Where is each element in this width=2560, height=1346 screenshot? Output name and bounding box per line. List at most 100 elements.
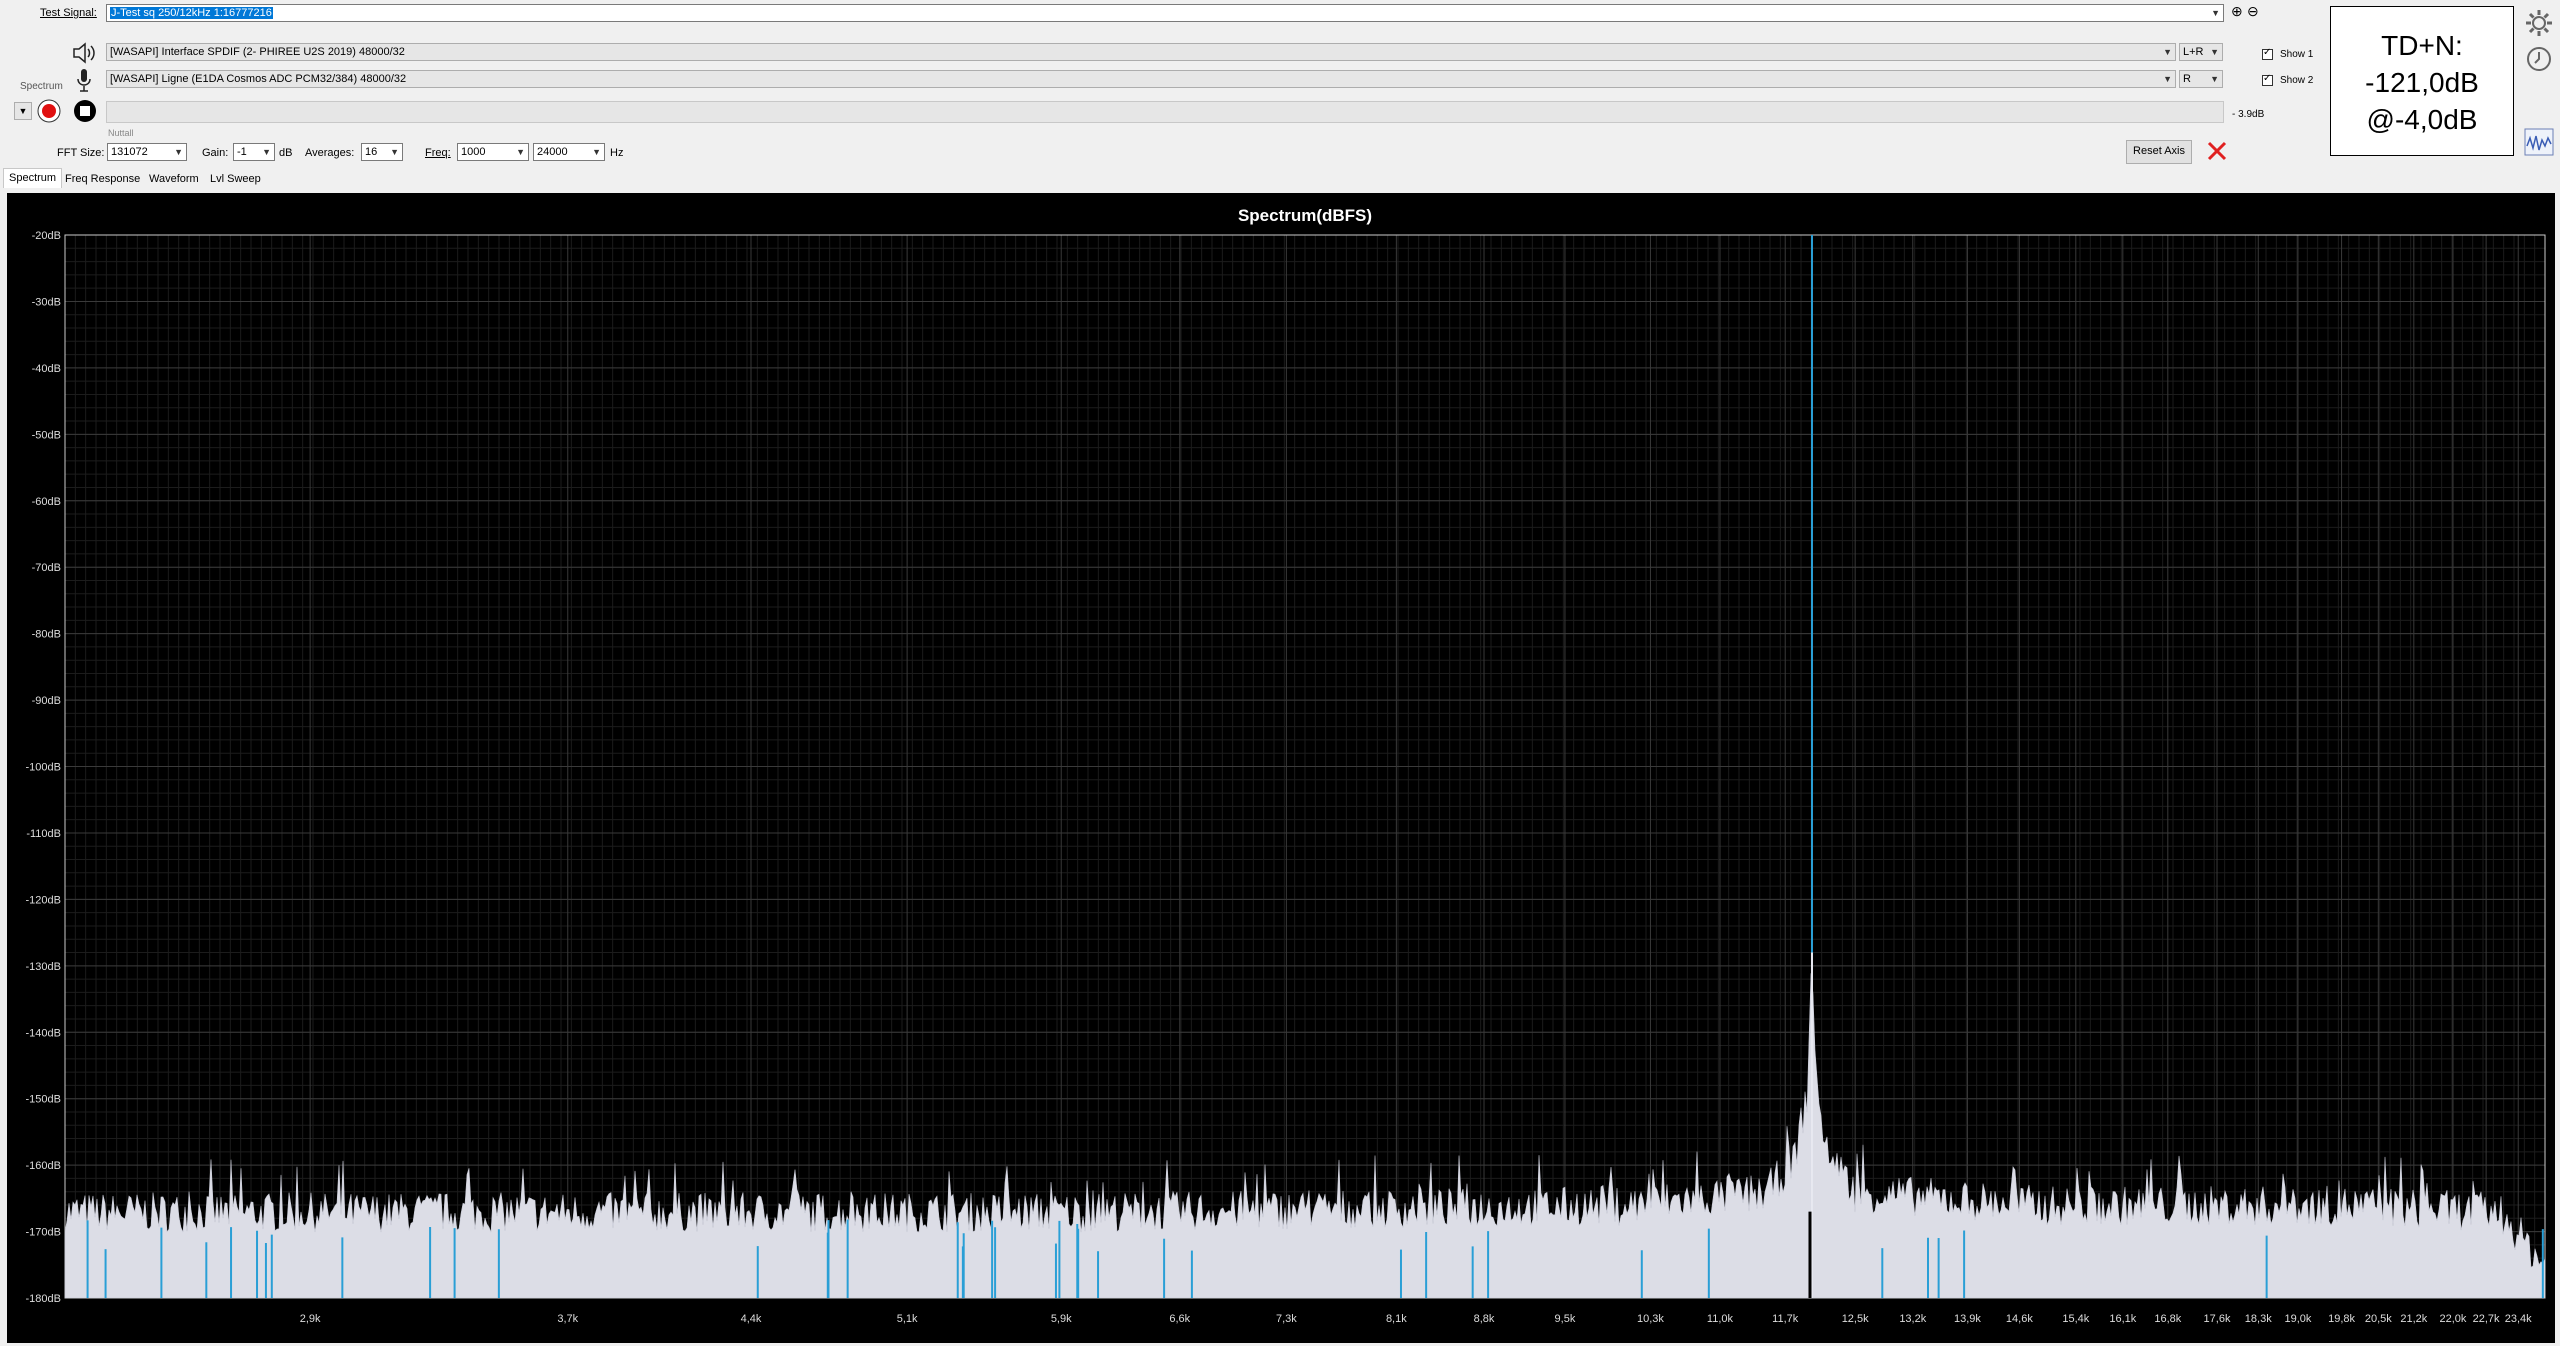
x-tick-label: 4,4k	[741, 1313, 762, 1325]
chevron-down-icon: ▼	[174, 147, 183, 157]
level-readout: - 3.9dB	[2232, 109, 2265, 120]
output-device-value: [WASAPI] Interface SPDIF (2- PHIREE U2S …	[110, 46, 405, 58]
show2-label: Show 2	[2280, 75, 2314, 86]
x-tick-label: 16,8k	[2154, 1313, 2181, 1325]
x-tick-label: 6,6k	[1169, 1313, 1190, 1325]
waveform-icon[interactable]	[2524, 128, 2554, 159]
x-tick-label: 19,8k	[2328, 1313, 2355, 1325]
tab-waveform[interactable]: Waveform	[144, 170, 204, 188]
x-tick-label: 10,3k	[1637, 1313, 1664, 1325]
averages-label: Averages:	[305, 147, 355, 159]
y-tick-label: -80dB	[32, 629, 61, 641]
freq-end-value: 24000	[537, 146, 568, 158]
y-tick-label: -100dB	[26, 762, 61, 774]
freq-start-value: 1000	[461, 146, 486, 158]
y-tick-label: -90dB	[32, 695, 61, 707]
freq-end-select[interactable]: 24000 ▼	[533, 143, 605, 161]
chevron-down-icon: ▼	[516, 147, 525, 157]
gain-value: -1	[237, 146, 247, 158]
x-tick-label: 3,7k	[557, 1313, 578, 1325]
gear-icon[interactable]	[2524, 8, 2554, 41]
input-channel-value: R	[2183, 73, 2191, 85]
chevron-down-icon: ▼	[2211, 8, 2220, 18]
y-tick-label: -30dB	[32, 296, 61, 308]
y-tick-label: -130dB	[26, 961, 61, 973]
x-tick-label: 19,0k	[2284, 1313, 2311, 1325]
fft-size-value: 131072	[111, 146, 148, 158]
x-tick-label: 11,7k	[1772, 1313, 1799, 1325]
x-tick-label: 13,9k	[1954, 1313, 1981, 1325]
minus-circle-icon[interactable]: ⊖	[2247, 3, 2259, 20]
x-tick-label: 22,7k	[2473, 1313, 2500, 1325]
mode-dropdown[interactable]: ▼	[14, 102, 32, 120]
x-tick-label: 16,1k	[2109, 1313, 2136, 1325]
show2-checkbox[interactable]	[2262, 73, 2273, 86]
tab-lvl-sweep[interactable]: Lvl Sweep	[205, 170, 266, 188]
gain-select[interactable]: -1 ▼	[233, 143, 275, 161]
x-tick-label: 11,0k	[1707, 1313, 1734, 1325]
level-meter	[106, 101, 2224, 123]
window-label: Nuttall	[108, 128, 134, 138]
y-tick-label: -60dB	[32, 496, 61, 508]
stop-icon[interactable]	[73, 99, 97, 126]
record-icon[interactable]	[37, 99, 61, 126]
input-device-value: [WASAPI] Ligne (E1DA Cosmos ADC PCM32/38…	[110, 73, 407, 85]
y-tick-label: -180dB	[26, 1293, 61, 1305]
freq-unit: Hz	[610, 147, 624, 159]
x-tick-label: 8,8k	[1474, 1313, 1495, 1325]
y-tick-label: -110dB	[26, 828, 61, 840]
close-icon[interactable]	[2206, 140, 2228, 165]
y-tick-label: -170dB	[26, 1227, 61, 1239]
clock-icon[interactable]	[2526, 46, 2552, 75]
test-signal-value: J-Test sq 250/12kHz 1:16777216	[110, 7, 273, 19]
test-signal-select[interactable]: J-Test sq 250/12kHz 1:16777216 ▼	[106, 4, 2224, 22]
freq-label: Freq:	[425, 147, 451, 159]
input-device-select[interactable]: [WASAPI] Ligne (E1DA Cosmos ADC PCM32/38…	[106, 70, 2176, 88]
y-tick-label: -40dB	[32, 363, 61, 375]
x-tick-label: 18,3k	[2245, 1313, 2272, 1325]
show1-checkbox[interactable]	[2262, 47, 2273, 60]
x-tick-label: 5,9k	[1051, 1313, 1072, 1325]
freq-start-select[interactable]: 1000 ▼	[457, 143, 529, 161]
x-tick-label: 14,6k	[2006, 1313, 2033, 1325]
x-tick-label: 7,3k	[1276, 1313, 1297, 1325]
chevron-down-icon: ▼	[262, 147, 271, 157]
y-tick-label: -70dB	[32, 562, 61, 574]
x-tick-label: 5,1k	[897, 1313, 918, 1325]
tdn-level: @-4,0dB	[2366, 104, 2478, 135]
output-channel-select[interactable]: L+R ▼	[2179, 43, 2223, 61]
x-tick-label: 2,9k	[300, 1313, 321, 1325]
output-channel-value: L+R	[2183, 46, 2204, 58]
chevron-down-icon: ▼	[592, 147, 601, 157]
tdn-title: TD+N:	[2381, 30, 2463, 61]
plus-circle-icon[interactable]: ⊕	[2231, 3, 2243, 20]
chevron-down-icon: ▼	[2163, 47, 2172, 57]
tab-freq-response[interactable]: Freq Response	[60, 170, 145, 188]
averages-value: 16	[365, 146, 378, 158]
x-tick-label: 12,5k	[1842, 1313, 1869, 1325]
x-tick-label: 21,2k	[2400, 1313, 2427, 1325]
x-tick-label: 17,6k	[2204, 1313, 2231, 1325]
speaker-icon[interactable]	[72, 42, 96, 67]
gain-label: Gain:	[202, 147, 229, 159]
x-tick-label: 13,2k	[1899, 1313, 1926, 1325]
x-tick-label: 23,4k	[2505, 1313, 2532, 1325]
chevron-down-icon: ▼	[2210, 47, 2219, 57]
spectrum-plot[interactable]: Spectrum(dBFS) -20dB -30dB -40dB -50dB -60dB -…	[7, 193, 2555, 1343]
x-tick-label: 9,5k	[1555, 1313, 1576, 1325]
reset-axis-button[interactable]: Reset Axis	[2126, 140, 2192, 164]
y-tick-label: -20dB	[32, 230, 61, 242]
spectrum-chart: Spectrum(dBFS) -20dB -30dB -40dB -50dB -60dB -…	[26, 206, 2546, 1325]
averages-select[interactable]: 16 ▼	[361, 143, 403, 161]
microphone-icon[interactable]	[76, 68, 92, 95]
x-tick-label: 8,1k	[1386, 1313, 1407, 1325]
output-device-select[interactable]: [WASAPI] Interface SPDIF (2- PHIREE U2S …	[106, 43, 2176, 61]
y-tick-label: -150dB	[26, 1094, 61, 1106]
fft-size-label: FFT Size:	[57, 147, 105, 159]
tab-spectrum[interactable]: Spectrum	[3, 168, 63, 188]
y-tick-label: -140dB	[26, 1027, 61, 1039]
fft-size-select[interactable]: 131072 ▼	[107, 143, 187, 161]
y-tick-label: -50dB	[32, 429, 61, 441]
chevron-down-icon: ▼	[2163, 74, 2172, 84]
input-channel-select[interactable]: R ▼	[2179, 70, 2223, 88]
